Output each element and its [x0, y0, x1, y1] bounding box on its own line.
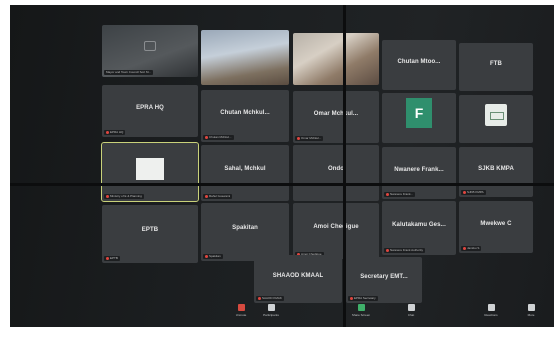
participants-icon — [267, 304, 275, 311]
participant-label: Ministry of E & Planning — [104, 194, 144, 199]
participant-name: Spakitan — [232, 225, 258, 232]
participant-name: FTB — [490, 61, 502, 68]
mic-muted-icon — [205, 254, 208, 258]
toolbar-label: Reactions — [484, 313, 498, 317]
mic-muted-icon — [386, 192, 389, 196]
participant-name: Sahal, Mchkul — [224, 166, 266, 173]
participant-label: EPTB — [104, 256, 120, 261]
participant-label: EPRA HQ — [104, 130, 126, 135]
toolbar-label: Participants — [263, 313, 279, 317]
mic-muted-icon — [106, 256, 109, 260]
participant-name: Nwanere Frank... — [394, 166, 444, 173]
toolbar-more-button[interactable]: More — [520, 300, 542, 327]
chat-icon — [407, 304, 415, 311]
participant-tile[interactable]: SJKB KMPA SJKB KMPA — [459, 147, 533, 197]
participant-tile[interactable]: Spakitan Spakitan — [201, 203, 289, 261]
participant-label: Chutan Mchkul... — [203, 135, 234, 140]
participant-name: Mwekwe C — [480, 220, 512, 227]
toolbar-chat-button[interactable]: Chat — [400, 300, 422, 327]
toolbar-share-screen-button[interactable]: Share Screen — [350, 300, 372, 327]
mic-icon — [237, 304, 245, 311]
toolbar-reactions-button[interactable]: Reactions — [480, 300, 502, 327]
active-speaker-tile[interactable]: Ministry of E & Planning — [101, 142, 199, 202]
video-gallery-wall: Mayor and Town Council Sort M... Chutan … — [10, 5, 554, 327]
participant-name: Amoi Chedigue — [313, 224, 359, 231]
avatar — [485, 104, 507, 127]
participant-name: Chutan Mtoo... — [397, 59, 441, 65]
participant-tile[interactable]: Secretary EMT... EPRA Secretary — [346, 257, 422, 303]
reactions-icon — [487, 304, 495, 311]
participant-tile[interactable]: Kalutakamu Ges... Nwanere Frank Authorit… — [382, 201, 456, 255]
toolbar-label: More — [527, 313, 535, 317]
video-tile[interactable] — [201, 30, 289, 85]
mic-muted-icon — [106, 194, 109, 198]
participant-label: Rahul Goswami — [203, 194, 233, 199]
participant-tile[interactable]: Amoi Chedigue Amoi Chedigue — [293, 203, 379, 259]
camera-icon — [144, 40, 156, 51]
participant-label: SJKB KMPA — [461, 190, 486, 195]
participant-label: Jamiku S — [461, 246, 482, 251]
participant-tile[interactable]: Ondo — [293, 145, 379, 201]
mic-muted-icon — [463, 246, 466, 250]
photo-frame: Mayor and Town Council Sort M... Chutan … — [0, 0, 557, 353]
participant-tile[interactable] — [459, 95, 533, 143]
video-tile[interactable]: Mayor and Town Council Sort M... — [102, 25, 198, 77]
participant-tile[interactable]: Sahal, Mchkul Rahul Goswami — [201, 145, 289, 201]
participant-tile[interactable]: Chutan Mchkul... Chutan Mchkul... — [201, 90, 289, 142]
toolbar-label: Unmute — [235, 313, 247, 317]
participant-name: Omar Mchkul... — [313, 110, 359, 117]
participant-tile[interactable]: Omar Mchkul... Omar Mchkul... — [293, 91, 379, 143]
share-screen-icon — [357, 304, 365, 311]
participant-label: Nwanere Frank... — [384, 192, 416, 197]
participant-name: Chutan Mchkul... — [220, 109, 270, 116]
participant-label: Mayor and Town Council Sort M... — [104, 70, 153, 75]
participant-tile[interactable]: Nwanere Frank... Nwanere Frank... — [382, 147, 456, 199]
toolbar-unmute-button[interactable]: Unmute — [230, 300, 252, 327]
participant-tile[interactable]: EPTB EPTB — [102, 205, 198, 263]
participant-tile[interactable]: F — [382, 93, 456, 143]
participant-name: Ondo — [327, 166, 345, 173]
toolbar-participants-button[interactable]: Participants — [260, 300, 282, 327]
mic-muted-icon — [386, 248, 389, 252]
participant-tile[interactable]: FTB — [459, 43, 533, 91]
screen-bezel — [10, 183, 554, 186]
mic-muted-icon — [205, 194, 208, 198]
participant-name: Kalutakamu Ges... — [392, 221, 446, 228]
participant-label: Nwanere Frank Authority — [384, 248, 426, 253]
screen-bezel — [343, 5, 346, 327]
more-icon — [527, 304, 535, 311]
participant-name: SJKB KMPA — [478, 166, 514, 172]
shared-content — [136, 157, 164, 180]
mic-muted-icon — [106, 130, 109, 134]
toolbar-label: Share Screen — [351, 313, 371, 317]
participant-name: EPRA HQ — [136, 104, 164, 111]
participant-label: Omar Mchkul... — [295, 136, 324, 141]
participant-tile[interactable]: Chutan Mtoo... — [382, 40, 456, 90]
participant-name: EPTB — [141, 227, 159, 234]
meeting-toolbar: Unmute Participants Share Screen Chat Re… — [230, 300, 554, 327]
mic-muted-icon — [463, 190, 466, 194]
participant-name: Secretary EMT... — [360, 274, 408, 281]
toolbar-label: Chat — [407, 313, 415, 317]
participant-name: SHAAOD KMAAL — [272, 273, 324, 280]
participant-tile[interactable]: SHAAOD KMAAL SAAOD KMAK — [254, 255, 342, 303]
participant-label: Spakitan — [203, 254, 223, 259]
avatar-initial: F — [406, 98, 432, 128]
mic-muted-icon — [297, 136, 300, 140]
mic-muted-icon — [205, 135, 208, 139]
participant-tile[interactable]: Mwekwe C Jamiku S — [459, 201, 533, 253]
participant-tile[interactable]: EPRA HQ EPRA HQ — [102, 85, 198, 137]
video-tile[interactable] — [293, 33, 379, 85]
